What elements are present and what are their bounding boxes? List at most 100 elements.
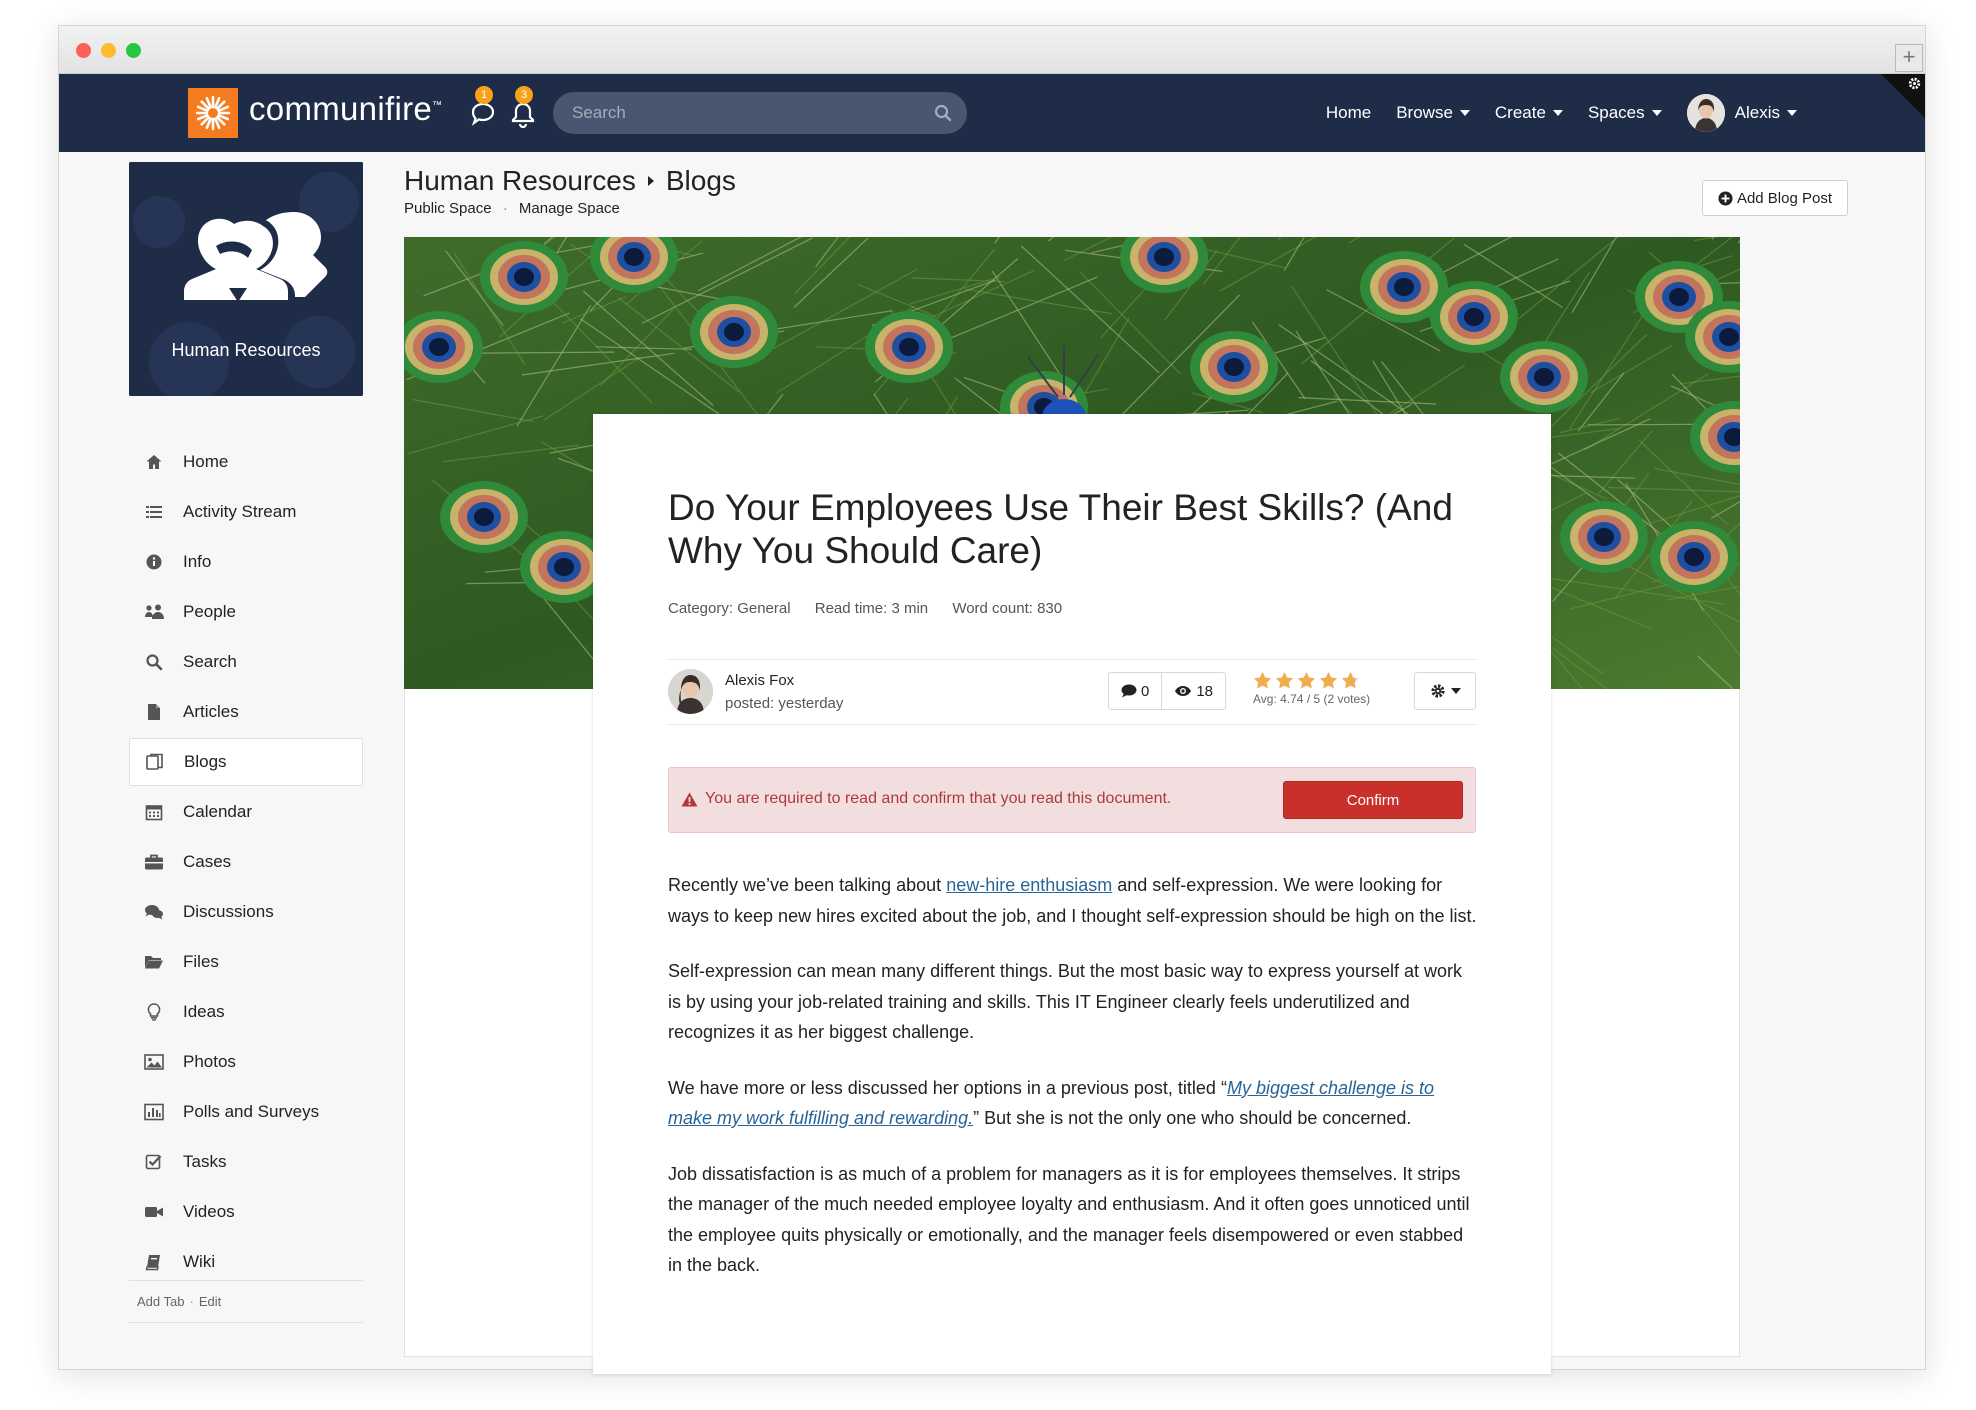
search-icon [143, 651, 165, 673]
caret-down-icon [1552, 110, 1563, 116]
edit-tabs-link[interactable]: Edit [199, 1294, 221, 1309]
space-card[interactable]: Human Resources [129, 162, 363, 396]
nav-browse-dropdown[interactable]: Browse [1396, 103, 1470, 123]
folder-icon [143, 951, 165, 973]
sidebar-footer: Add Tab · Edit [129, 1280, 363, 1323]
paragraph-2: Self-expression can mean many different … [668, 961, 1463, 1042]
space-card-title: Human Resources [171, 340, 321, 360]
rating-stars[interactable] [1253, 671, 1370, 689]
sidebar-item-ideas[interactable]: Ideas [129, 988, 363, 1036]
author-avatar[interactable] [668, 669, 713, 714]
sidebar-item-articles[interactable]: Articles [129, 688, 363, 736]
caret-down-icon [1459, 110, 1470, 116]
eye-icon [1175, 686, 1192, 696]
calendar-icon [143, 801, 165, 823]
space-sub-links: Public Space · Manage Space [404, 200, 620, 217]
video-icon [143, 1201, 165, 1223]
notifications-button[interactable]: 3 [509, 86, 537, 129]
author-bar: Alexis Fox posted: yesterday 0 18 Avg: 4… [668, 659, 1476, 725]
sidebar-item-discussions[interactable]: Discussions [129, 888, 363, 936]
book-icon [143, 1251, 165, 1273]
checkbox-icon [143, 1151, 165, 1173]
breadcrumb: Human Resources Blogs [404, 165, 736, 197]
article-meta: Category: General Read time: 3 min Word … [668, 600, 1082, 617]
post-time: posted: yesterday [725, 695, 844, 712]
manage-space-link[interactable]: Manage Space [519, 200, 620, 217]
sidebar-item-photos[interactable]: Photos [129, 1038, 363, 1086]
people-icon [143, 601, 165, 623]
space-type-label: Public Space [404, 200, 492, 217]
search-icon[interactable] [933, 103, 953, 123]
sidebar-item-wiki[interactable]: Wiki [129, 1238, 363, 1286]
search-input[interactable] [553, 92, 967, 134]
window-chrome: + [59, 26, 1925, 74]
sidebar-item-info[interactable]: Info [129, 538, 363, 586]
star-icon[interactable] [1275, 671, 1294, 689]
messages-badge: 1 [475, 86, 493, 104]
comments-icon [143, 901, 165, 923]
star-icon[interactable] [1253, 671, 1272, 689]
sidebar-item-videos[interactable]: Videos [129, 1188, 363, 1236]
breadcrumb-section[interactable]: Blogs [666, 165, 736, 197]
maximize-window-button[interactable] [126, 43, 141, 58]
confirm-button[interactable]: Confirm [1283, 781, 1463, 819]
author-name[interactable]: Alexis Fox [725, 672, 794, 689]
sidebar-item-activity-stream[interactable]: Activity Stream [129, 488, 363, 536]
lightbulb-icon [143, 1001, 165, 1023]
star-icon[interactable] [1297, 671, 1316, 689]
caret-down-icon [1450, 688, 1461, 694]
read-confirmation-alert: You are required to read and confirm tha… [668, 767, 1476, 833]
sidebar-item-tasks[interactable]: Tasks [129, 1138, 363, 1186]
top-navbar: communifire™ 1 3 Home Browse Create Spac… [59, 74, 1925, 152]
comments-count-button[interactable]: 0 [1109, 673, 1161, 709]
star-icon[interactable] [1341, 671, 1360, 689]
breadcrumb-space[interactable]: Human Resources [404, 165, 636, 197]
list-icon [143, 501, 165, 523]
add-blog-post-button[interactable]: Add Blog Post [1701, 180, 1848, 216]
sidebar-item-people[interactable]: People [129, 588, 363, 636]
sidebar-item-blogs[interactable]: Blogs [129, 738, 363, 786]
paragraph-1: Recently we’ve been talking about new-hi… [668, 875, 1477, 926]
comment-icon [1121, 684, 1137, 698]
star-icon[interactable] [1319, 671, 1338, 689]
article-title: Do Your Employees Use Their Best Skills?… [668, 487, 1453, 571]
nav-create-dropdown[interactable]: Create [1495, 103, 1563, 123]
sidebar-item-cases[interactable]: Cases [129, 838, 363, 886]
messages-button[interactable]: 1 [469, 86, 497, 128]
chat-bubble-icon [471, 102, 495, 126]
user-menu[interactable]: Alexis [1686, 94, 1797, 132]
sidebar-item-home[interactable]: Home [129, 438, 363, 486]
blogs-icon [144, 751, 166, 773]
brand-wordmark[interactable]: communifire™ [249, 90, 442, 128]
image-icon [143, 1051, 165, 1073]
communifire-logo-icon[interactable] [188, 88, 238, 138]
article-body: Recently we’ve been talking about new-hi… [668, 870, 1480, 1306]
star-rating[interactable]: Avg: 4.74 / 5 (2 votes) [1253, 671, 1370, 706]
sidebar-item-polls-and-surveys[interactable]: Polls and Surveys [129, 1088, 363, 1136]
add-tab-link[interactable]: Add Tab [137, 1294, 184, 1309]
bell-icon [511, 102, 535, 129]
article-category[interactable]: Category: General [668, 600, 791, 617]
new-tab-plus-icon[interactable]: + [1895, 44, 1923, 72]
sidebar-item-files[interactable]: Files [129, 938, 363, 986]
article-options-dropdown[interactable] [1414, 672, 1476, 710]
article-stats: 0 18 [1108, 672, 1227, 710]
nav-home[interactable]: Home [1326, 103, 1371, 123]
space-sidebar-nav: Home Activity Stream Info People Search … [129, 438, 363, 1288]
global-search [553, 92, 967, 134]
nav-spaces-dropdown[interactable]: Spaces [1588, 103, 1662, 123]
gear-icon[interactable] [1907, 76, 1922, 91]
new-hire-enthusiasm-link[interactable]: new-hire enthusiasm [946, 875, 1112, 895]
article-word-count: Word count: 830 [952, 600, 1063, 617]
sidebar-item-search[interactable]: Search [129, 638, 363, 686]
paragraph-3: We have more or less discussed her optio… [668, 1077, 1435, 1129]
notifications-badge: 3 [515, 86, 533, 104]
close-window-button[interactable] [76, 43, 91, 58]
sub-link-separator: · [502, 200, 508, 217]
document-icon [143, 701, 165, 723]
home-icon [143, 451, 165, 473]
sidebar-item-calendar[interactable]: Calendar [129, 788, 363, 836]
minimize-window-button[interactable] [101, 43, 116, 58]
user-avatar [1686, 94, 1725, 132]
caret-down-icon [1651, 110, 1662, 116]
